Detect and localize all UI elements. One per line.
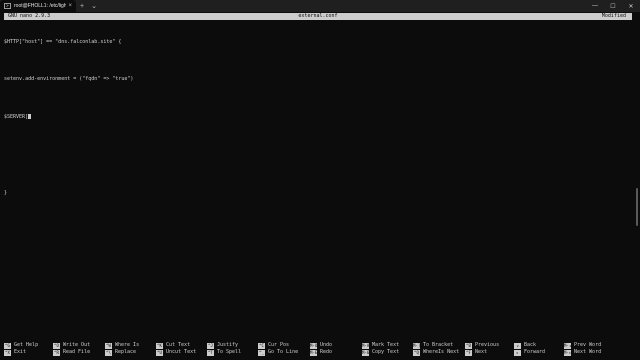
shortcut-group: ^K Cut Text ^U Uncut Text — [156, 342, 196, 356]
shortcut-group: ^J Justify ^T To Spell — [207, 342, 241, 356]
shortcut-key: ^K — [156, 342, 163, 349]
shortcut-key: ^R — [53, 349, 60, 356]
shortcut-group: M-] To Bracket ^Q WhereIs Next — [413, 342, 459, 356]
shortcut-label: Back — [524, 342, 537, 348]
shortcut-label: Replace — [115, 349, 137, 355]
shortcut-key: M-A — [362, 342, 369, 349]
shortcut-key: ▸ — [514, 349, 521, 356]
terminal-icon: > — [4, 3, 11, 9]
shortcut-group: ^G Get Help ^X Exit — [4, 342, 38, 356]
shortcut-key: ^J — [207, 342, 214, 349]
shortcut-label: Exit — [14, 349, 27, 355]
text-cursor — [28, 114, 32, 120]
shortcut-label: Uncut Text — [166, 349, 197, 355]
shortcut-label: Next — [475, 349, 488, 355]
shortcut-key: ^_ — [258, 349, 265, 356]
shortcut-group: M-U Undo M-E Redo — [310, 342, 332, 356]
shortcut-label: To Bracket — [423, 342, 454, 348]
nano-modified-status: Modified — [601, 13, 626, 19]
close-tab-icon[interactable]: × — [68, 3, 72, 9]
editor-line: $HTTP["host"] == "dns.falconlab.site" { — [4, 38, 122, 45]
shortcut-key: M-] — [413, 342, 420, 349]
shortcut-key: ^G — [4, 342, 11, 349]
shortcut-label: Copy Text — [372, 349, 400, 355]
shortcut-label: Undo — [320, 342, 333, 348]
shortcut-group: ^C Cur Pos ^_ Go To Line — [258, 342, 298, 356]
shortcut-key: ^F — [465, 349, 472, 356]
close-window-button[interactable]: ✕ — [622, 0, 640, 12]
shortcut-label: Next Word — [574, 349, 602, 355]
shortcut-label: To Spell — [217, 349, 242, 355]
shortcut-key: ^T — [207, 349, 214, 356]
shortcut-label: Redo — [320, 349, 333, 355]
terminal-tab[interactable]: > root@FHOLL1: /etc/lighttpd × — [0, 0, 76, 12]
maximize-button[interactable]: ☐ — [604, 0, 622, 12]
shortcut-key: ^O — [53, 342, 60, 349]
shortcut-key: M-6 — [362, 349, 369, 356]
shortcut-group: M-A Mark Text M-6 Copy Text — [362, 342, 399, 356]
shortcut-key: ^C — [258, 342, 265, 349]
shortcut-label: Cur Pos — [268, 342, 290, 348]
shortcut-key: M-▸ — [564, 349, 571, 356]
shortcut-group: ◂ Back ▸ Forward — [514, 342, 545, 356]
shortcut-label: Prev Word — [574, 342, 602, 348]
editor-line-cursor: $SERVER[ — [4, 114, 624, 120]
shortcut-label: Previous — [475, 342, 500, 348]
shortcut-group: ^B Previous ^F Next — [465, 342, 499, 356]
shortcut-label: Read File — [63, 349, 91, 355]
shortcut-group: ^W Where Is ^\ Replace — [105, 342, 139, 356]
shortcut-label: WhereIs Next — [423, 349, 460, 355]
shortcut-label: Justify — [217, 342, 239, 348]
shortcut-group: M-◂ Prev Word M-▸ Next Word — [564, 342, 601, 356]
editor-line-text: $SERVER[ — [4, 114, 29, 121]
shortcut-key: ^W — [105, 342, 112, 349]
shortcut-key: ^B — [465, 342, 472, 349]
shortcut-label: Forward — [524, 349, 546, 355]
shortcut-label: Mark Text — [372, 342, 400, 348]
shortcut-key: ^U — [156, 349, 163, 356]
shortcut-key: ◂ — [514, 342, 521, 349]
nano-header: GNU nano 2.9.3 external.conf Modified — [4, 13, 632, 20]
shortcut-group: ^O Write Out ^R Read File — [53, 342, 90, 356]
shortcut-footer: ^G Get Help ^X Exit ^O Write Out ^R Read Fil… — [4, 342, 636, 356]
editor-line: } — [4, 189, 8, 196]
shortcut-label: Write Out — [63, 342, 91, 348]
editor-line: setenv.add-environment = ("fqdn" => "tru… — [4, 76, 134, 83]
shortcut-key: ^X — [4, 349, 11, 356]
new-tab-button[interactable]: + — [76, 0, 88, 12]
shortcut-key: M-E — [310, 349, 317, 356]
window-controls: — ☐ ✕ — [586, 0, 640, 12]
shortcut-label: Where Is — [115, 342, 140, 348]
terminal-titlebar: > root@FHOLL1: /etc/lighttpd × + ⌄ — ☐ ✕ — [0, 0, 640, 12]
editor-buffer[interactable]: $HTTP["host"] == "dns.falconlab.site" { … — [4, 26, 624, 202]
shortcut-key: M-◂ — [564, 342, 571, 349]
minimize-button[interactable]: — — [586, 0, 604, 12]
shortcut-key: M-U — [310, 342, 317, 349]
shortcut-label: Get Help — [14, 342, 39, 348]
shortcut-label: Go To Line — [268, 349, 299, 355]
shortcut-key: ^Q — [413, 349, 420, 356]
tab-title: root@FHOLL1: /etc/lighttpd — [14, 3, 67, 9]
shortcut-key: ^\ — [105, 349, 112, 356]
terminal-scrollbar[interactable] — [636, 188, 638, 226]
dropdown-chevron-icon[interactable]: ⌄ — [88, 0, 100, 12]
nano-filename: external.conf — [298, 13, 338, 19]
shortcut-label: Cut Text — [166, 342, 191, 348]
